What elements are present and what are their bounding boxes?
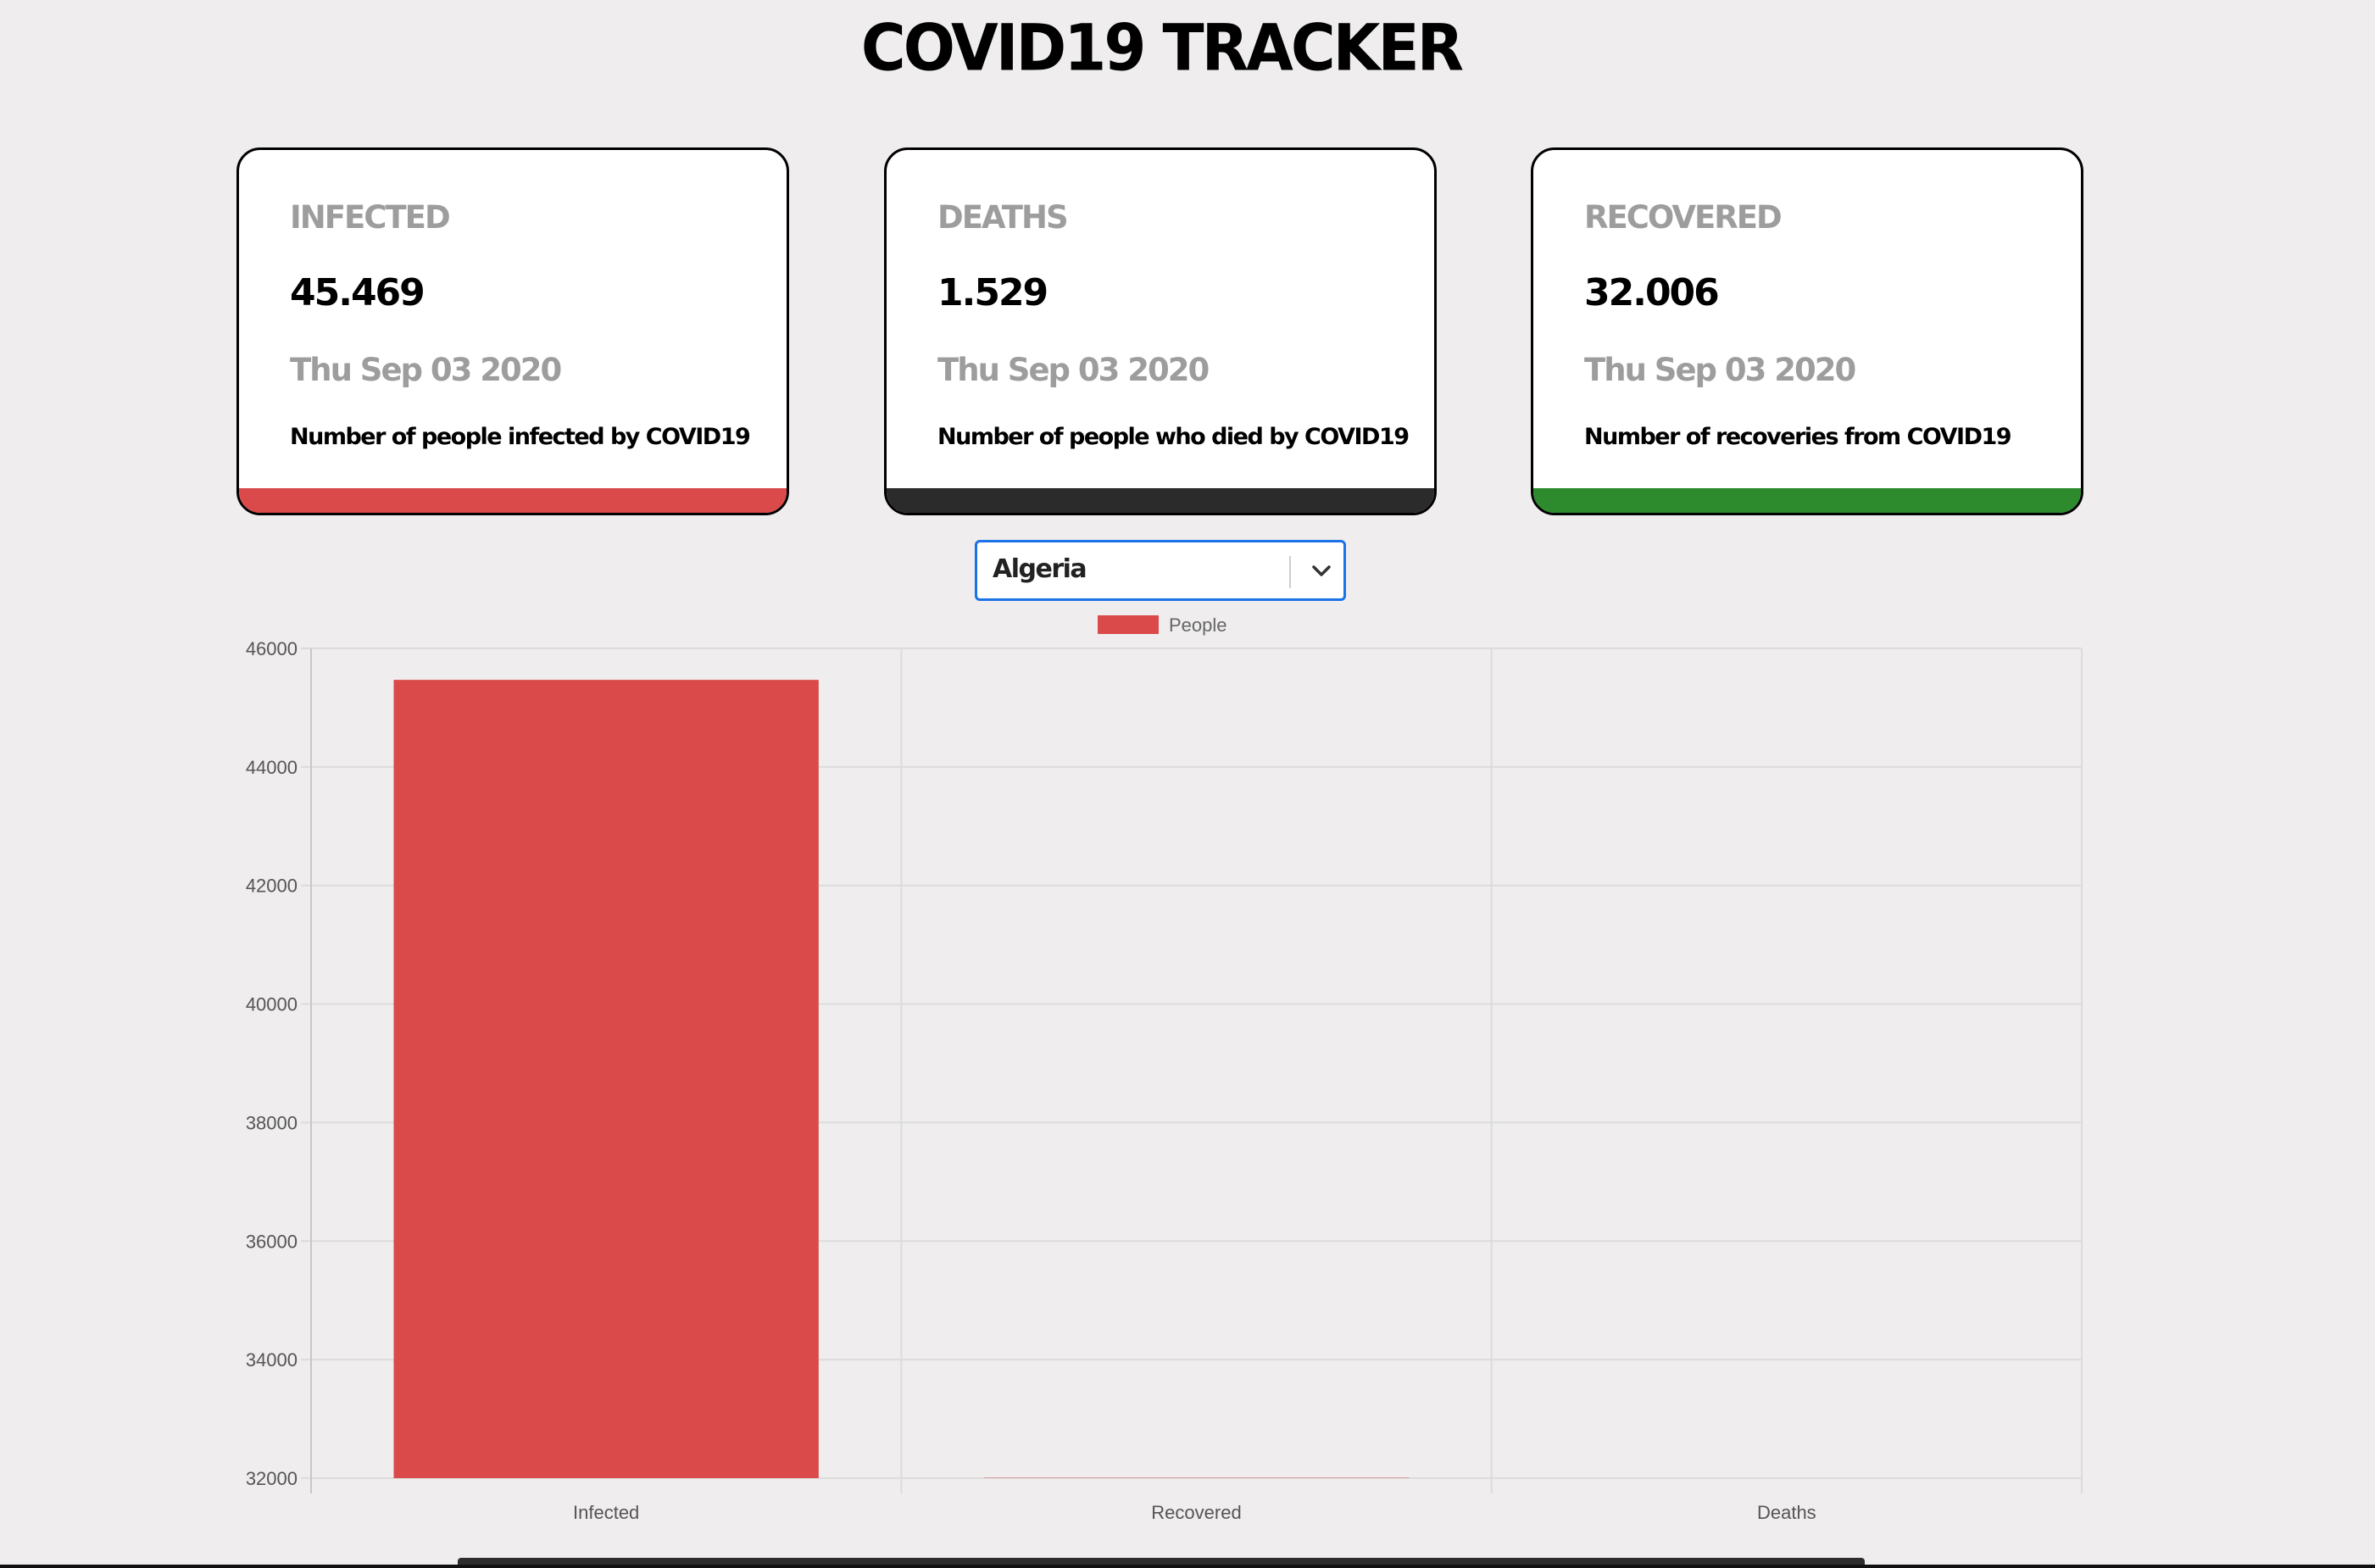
x-tick-label: Recovered	[1151, 1502, 1241, 1523]
recovered-label: RECOVERED	[1584, 199, 1783, 236]
deaths-card: DEATHS 1.529 Thu Sep 03 2020 Number of p…	[884, 147, 1437, 515]
y-tick-label: 36000	[246, 1231, 298, 1252]
deaths-count: 1.529	[937, 271, 1048, 314]
y-tick-label: 42000	[246, 876, 298, 897]
legend-label: People	[1169, 614, 1227, 636]
recovered-card: RECOVERED 32.006 Thu Sep 03 2020 Number …	[1531, 147, 2083, 515]
infected-card: INFECTED 45.469 Thu Sep 03 2020 Number o…	[236, 147, 789, 515]
deaths-description: Number of people who died by COVID19	[937, 424, 1410, 450]
country-select[interactable]: Algeria	[975, 540, 1346, 601]
y-tick-label: 38000	[246, 1112, 298, 1133]
bar-infected	[393, 680, 819, 1478]
window-bottom-edge	[0, 1565, 2375, 1568]
infected-count: 45.469	[290, 271, 425, 314]
infected-color-bar	[239, 488, 787, 513]
recovered-date: Thu Sep 03 2020	[1584, 352, 1856, 388]
x-tick-label: Deaths	[1757, 1502, 1816, 1523]
y-tick-label: 32000	[246, 1468, 298, 1489]
deaths-color-bar	[887, 488, 1434, 513]
y-tick-label: 46000	[246, 638, 298, 659]
deaths-date: Thu Sep 03 2020	[937, 352, 1210, 388]
y-tick-label: 44000	[246, 757, 298, 778]
infected-label: INFECTED	[290, 199, 451, 236]
recovered-count: 32.006	[1584, 271, 1720, 314]
recovered-description: Number of recoveries from COVID19	[1584, 424, 2012, 450]
bar-chart: 32000 34000 36000 38000 40000 42000 44000 46000…	[246, 614, 2083, 1523]
x-tick-label: Infected	[573, 1502, 639, 1523]
select-divider	[1289, 556, 1291, 588]
legend-swatch	[1098, 615, 1159, 634]
infected-description: Number of people infected by COVID19	[290, 424, 751, 450]
recovered-color-bar	[1533, 488, 2081, 513]
y-tick-label: 40000	[246, 994, 298, 1015]
infected-date: Thu Sep 03 2020	[290, 352, 562, 388]
y-tick-label: 34000	[246, 1349, 298, 1371]
country-select-value: Algeria	[993, 554, 1087, 584]
page-title: COVID19 TRACKER	[860, 9, 1464, 86]
chevron-down-icon[interactable]	[1308, 556, 1335, 587]
deaths-label: DEATHS	[937, 199, 1069, 236]
